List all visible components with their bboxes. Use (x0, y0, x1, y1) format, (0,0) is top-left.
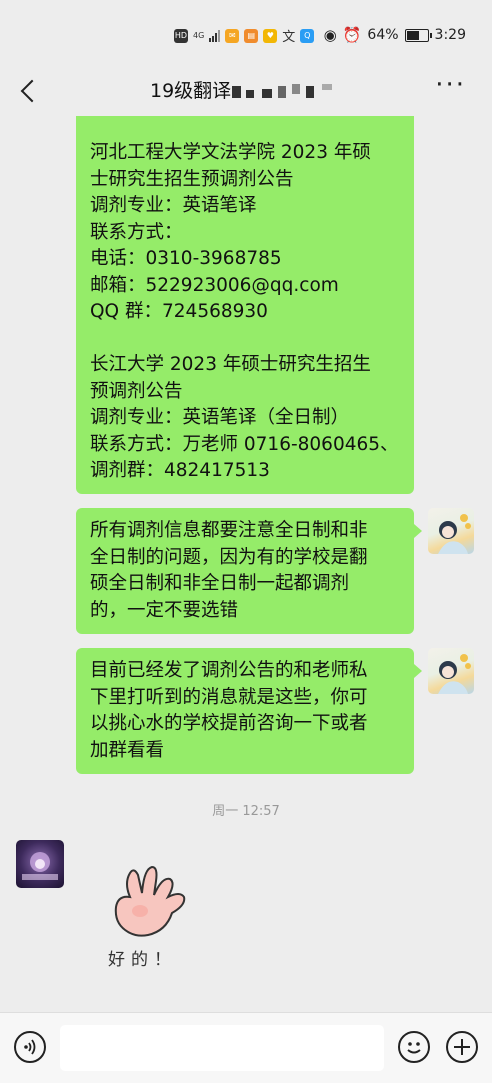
message-line: 目前已经发了调剂公告的和老师私 (90, 660, 368, 681)
message-line: 士研究生招生预调剂公告 (90, 168, 294, 190)
ok-hand-icon (114, 865, 186, 937)
message-line: 河北工程大学文法学院 2023 年硕 (90, 142, 371, 163)
message-line: 所有调剂信息都要注意全日制和非 (90, 520, 368, 541)
self-avatar[interactable] (428, 648, 474, 694)
translate-icon: 文 (282, 30, 296, 45)
message-line: 下里打听到的消息就是这些，你可 (90, 686, 368, 708)
message-bubble[interactable]: 所有调剂信息都要注意全日制和非 全日制的问题，因为有的学校是翻 硕全日制和非全日… (76, 508, 414, 634)
mail-icon: ✉ (225, 28, 240, 43)
status-icons-left: HD 4G ✉ ▤ ♥ 文 Q (174, 26, 315, 45)
input-bar (0, 1012, 492, 1083)
status-icons-right: ◉ ⏰ 64% 3:29 (324, 26, 466, 44)
chat-header: 19级翻译 ··· (0, 72, 492, 116)
message-line: 调剂群：482417513 (90, 460, 270, 481)
eye-icon: ◉ (323, 26, 337, 44)
signal-icon (209, 29, 221, 42)
status-bar: HD 4G ✉ ▤ ♥ 文 Q ◉ ⏰ 64% 3:29 (0, 0, 492, 72)
message-line: 硕全日制和非全日制一起都调剂 (90, 573, 350, 594)
emoji-icon[interactable] (398, 1031, 430, 1063)
message-line: 调剂专业：英语笔译 (90, 195, 257, 216)
contact-avatar[interactable] (16, 840, 64, 888)
battery-icon (404, 28, 432, 42)
message-line: 预调剂公告 (90, 380, 183, 402)
bubble-tail (414, 664, 422, 678)
message-line: 全日制的问题，因为有的学校是翻 (90, 546, 368, 568)
battery-percent: 64% (367, 27, 399, 43)
message-line: 电话：0310-3968785 (90, 248, 282, 269)
message-line: 联系方式： (90, 221, 183, 243)
alarm-icon: ⏰ (342, 26, 362, 44)
plus-icon[interactable] (446, 1031, 478, 1063)
hd-badge: HD (174, 28, 188, 43)
self-avatar[interactable] (428, 508, 474, 554)
message-line: 的，一定不要选错 (90, 599, 239, 621)
message-line: 长江大学 2023 年硕士研究生招生 (90, 354, 371, 375)
message-line: 调剂专业：英语笔译（全日制） (90, 407, 350, 428)
message-line: 以挑心水的学校提前咨询一下或者 (90, 713, 368, 734)
clock: 3:29 (434, 27, 466, 43)
bubble-tail (414, 524, 422, 538)
voice-icon[interactable] (14, 1031, 46, 1063)
message-input[interactable] (60, 1025, 384, 1071)
message-line: 加群看看 (90, 739, 165, 761)
message-line: 联系方式：万老师 0716-8060465、 (90, 433, 399, 455)
app-icon: ♥ (263, 28, 278, 43)
network-badge: 4G (193, 31, 205, 40)
back-chevron-icon[interactable] (14, 76, 44, 106)
sticker-text: 好的！ (108, 950, 177, 970)
message-timestamp: 周一 12:57 (212, 804, 280, 819)
chat-title: 19级翻译 (150, 80, 232, 102)
message-line: 邮箱：522923006@qq.com (90, 274, 339, 296)
message-bubble[interactable]: 河北工程大学文法学院 2023 年硕 士研究生招生预调剂公告 调剂专业：英语笔译… (76, 116, 414, 494)
search-app-icon: Q (300, 28, 315, 43)
message-line: QQ 群：724568930 (90, 301, 268, 322)
message-icon: ▤ (244, 28, 259, 43)
more-horizontal-icon[interactable]: ··· (435, 72, 466, 98)
sticker-ok[interactable]: 好的！ (100, 855, 210, 975)
message-bubble[interactable]: 目前已经发了调剂公告的和老师私 下里打听到的消息就是这些，你可 以挑心水的学校提… (76, 648, 414, 774)
